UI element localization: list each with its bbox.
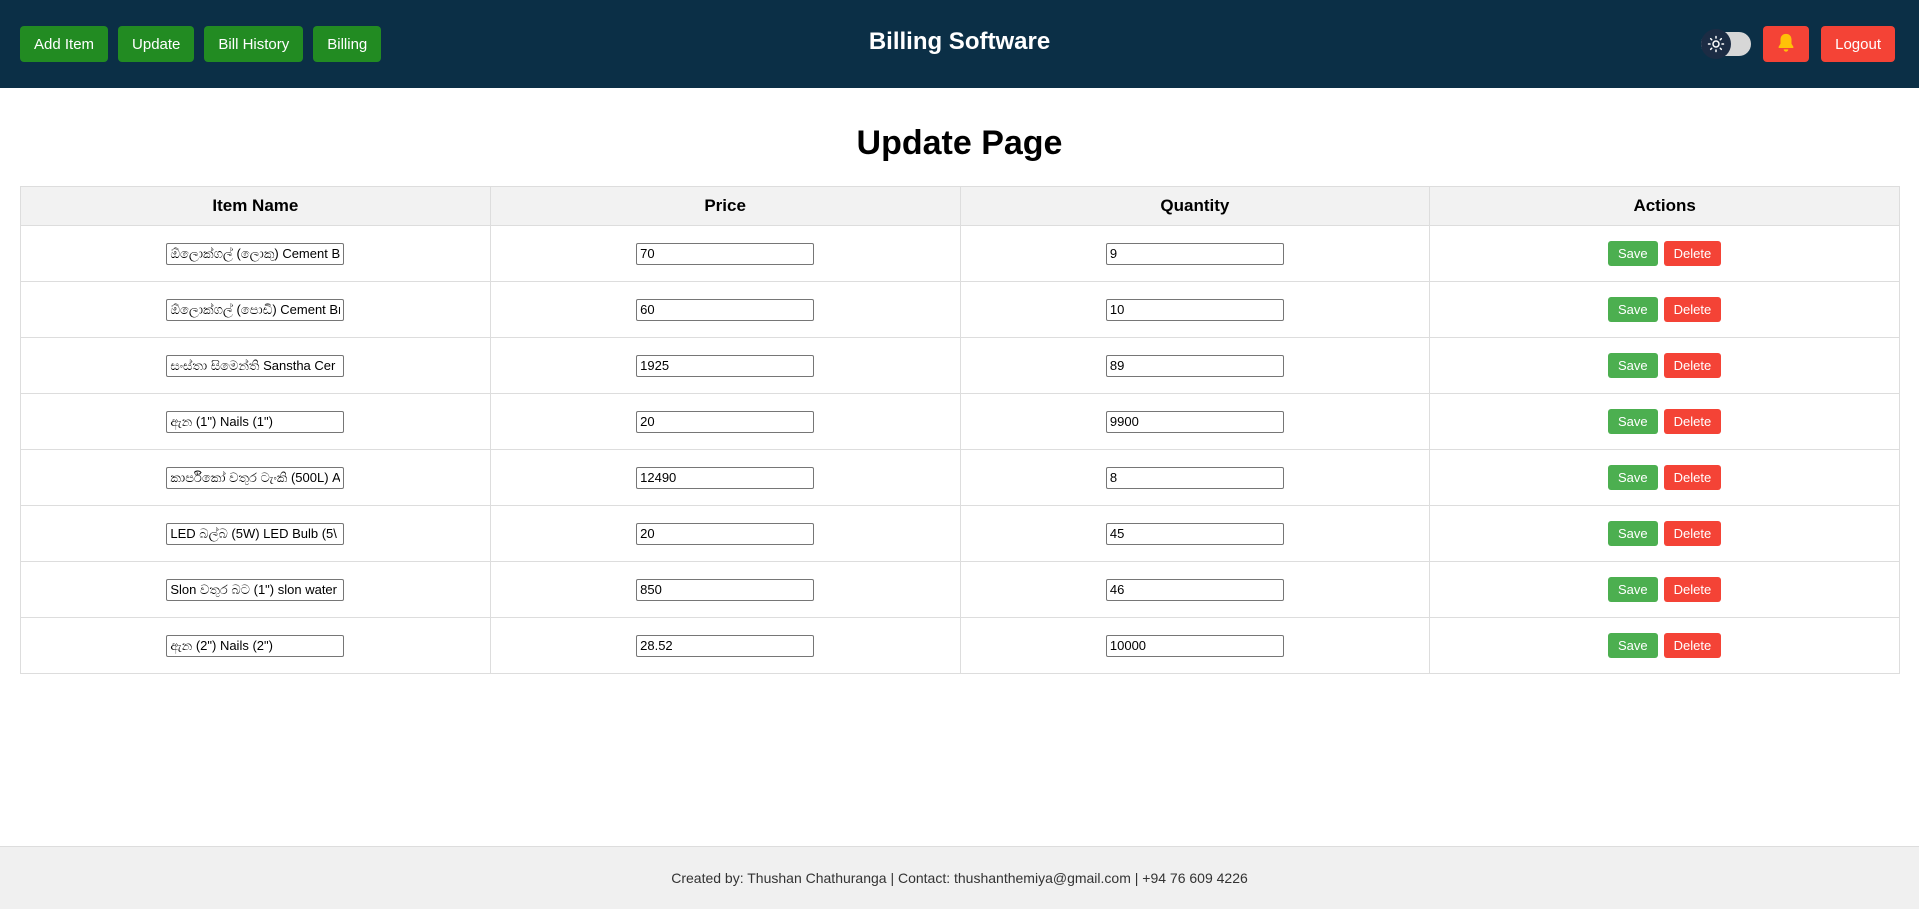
price-cell (489, 225, 961, 282)
table-row: SaveDelete (20, 281, 1900, 338)
table-row: SaveDelete (20, 337, 1900, 394)
delete-button[interactable]: Delete (1663, 353, 1722, 378)
logout-button[interactable]: Logout (1821, 26, 1895, 62)
price-input[interactable] (636, 522, 815, 545)
quantity-input[interactable] (1105, 354, 1284, 377)
table-body: SaveDeleteSaveDeleteSaveDeleteSaveDelete… (20, 225, 1900, 674)
actions-cell: Save Delete (1429, 617, 1900, 674)
item-name-cell (20, 505, 491, 562)
table-row: SaveDelete (20, 617, 1900, 674)
quantity-input[interactable] (1105, 410, 1284, 433)
quantity-cell (959, 393, 1431, 450)
save-button[interactable]: Save (1608, 241, 1658, 266)
bell-icon (1775, 32, 1797, 57)
quantity-input[interactable] (1105, 242, 1284, 265)
quantity-cell (959, 505, 1431, 562)
quantity-input[interactable] (1105, 522, 1284, 545)
item-name-input[interactable] (166, 634, 345, 657)
quantity-cell (959, 337, 1431, 394)
delete-button[interactable]: Delete (1663, 241, 1722, 266)
actions-cell: Save Delete (1429, 225, 1900, 282)
delete-button[interactable]: Delete (1663, 521, 1722, 546)
item-name-cell (20, 281, 491, 338)
actions-cell: Save Delete (1429, 561, 1900, 618)
top-navigation-bar: Add Item Update Bill History Billing Bil… (0, 0, 1919, 88)
delete-button[interactable]: Delete (1663, 297, 1722, 322)
quantity-cell (959, 281, 1431, 338)
item-name-input[interactable] (166, 298, 345, 321)
quantity-input[interactable] (1105, 634, 1284, 657)
quantity-cell (959, 449, 1431, 506)
quantity-input[interactable] (1105, 298, 1284, 321)
table-row: SaveDelete (20, 561, 1900, 618)
delete-button[interactable]: Delete (1663, 633, 1722, 658)
quantity-cell (959, 617, 1431, 674)
sun-icon (1701, 29, 1732, 59)
price-input[interactable] (636, 242, 815, 265)
price-cell (489, 393, 961, 450)
save-button[interactable]: Save (1608, 577, 1658, 602)
actions-cell: Save Delete (1429, 337, 1900, 394)
price-input[interactable] (636, 578, 815, 601)
save-button[interactable]: Save (1608, 409, 1658, 434)
app-title: Billing Software (868, 28, 1051, 55)
item-name-input[interactable] (166, 354, 345, 377)
quantity-cell (959, 561, 1431, 618)
price-input[interactable] (636, 354, 815, 377)
quantity-input[interactable] (1105, 578, 1284, 601)
delete-button[interactable]: Delete (1663, 409, 1722, 434)
price-input[interactable] (636, 410, 815, 433)
save-button[interactable]: Save (1608, 297, 1658, 322)
price-cell (489, 561, 961, 618)
table-row: SaveDelete (20, 505, 1900, 562)
header-quantity: Quantity (959, 186, 1431, 226)
table-row: SaveDelete (20, 225, 1900, 282)
item-name-input[interactable] (166, 242, 345, 265)
item-name-cell (20, 393, 491, 450)
quantity-cell (959, 225, 1431, 282)
table-row: SaveDelete (20, 449, 1900, 506)
table-header-row: Item Name Price Quantity Actions (20, 186, 1900, 226)
price-cell (489, 449, 961, 506)
items-table: Item Name Price Quantity Actions SaveDel… (20, 186, 1900, 674)
save-button[interactable]: Save (1608, 521, 1658, 546)
page-title: Update Page (856, 124, 1063, 162)
price-cell (489, 337, 961, 394)
actions-cell: Save Delete (1429, 505, 1900, 562)
quantity-input[interactable] (1105, 466, 1284, 489)
save-button[interactable]: Save (1608, 465, 1658, 490)
price-input[interactable] (636, 466, 815, 489)
actions-cell: Save Delete (1429, 449, 1900, 506)
item-name-input[interactable] (166, 578, 345, 601)
header-item-name: Item Name (20, 186, 491, 226)
header-price: Price (489, 186, 961, 226)
item-name-cell (20, 225, 491, 282)
item-name-cell (20, 561, 491, 618)
header-actions: Actions (1429, 186, 1900, 226)
item-name-cell (20, 449, 491, 506)
save-button[interactable]: Save (1608, 353, 1658, 378)
item-name-cell (20, 617, 491, 674)
theme-toggle[interactable] (1701, 29, 1752, 59)
item-name-input[interactable] (166, 466, 345, 489)
price-cell (489, 617, 961, 674)
delete-button[interactable]: Delete (1663, 577, 1722, 602)
footer: Created by: Thushan Chathuranga | Contac… (0, 846, 1919, 909)
item-name-input[interactable] (166, 522, 345, 545)
item-name-cell (20, 337, 491, 394)
price-cell (489, 505, 961, 562)
price-input[interactable] (636, 634, 815, 657)
item-name-input[interactable] (166, 410, 345, 433)
table-row: SaveDelete (20, 393, 1900, 450)
save-button[interactable]: Save (1608, 633, 1658, 658)
notifications-button[interactable] (1763, 26, 1810, 62)
delete-button[interactable]: Delete (1663, 465, 1722, 490)
nav-right-group: Logout (1701, 26, 1895, 62)
actions-cell: Save Delete (1429, 393, 1900, 450)
actions-cell: Save Delete (1429, 281, 1900, 338)
price-input[interactable] (636, 298, 815, 321)
price-cell (489, 281, 961, 338)
